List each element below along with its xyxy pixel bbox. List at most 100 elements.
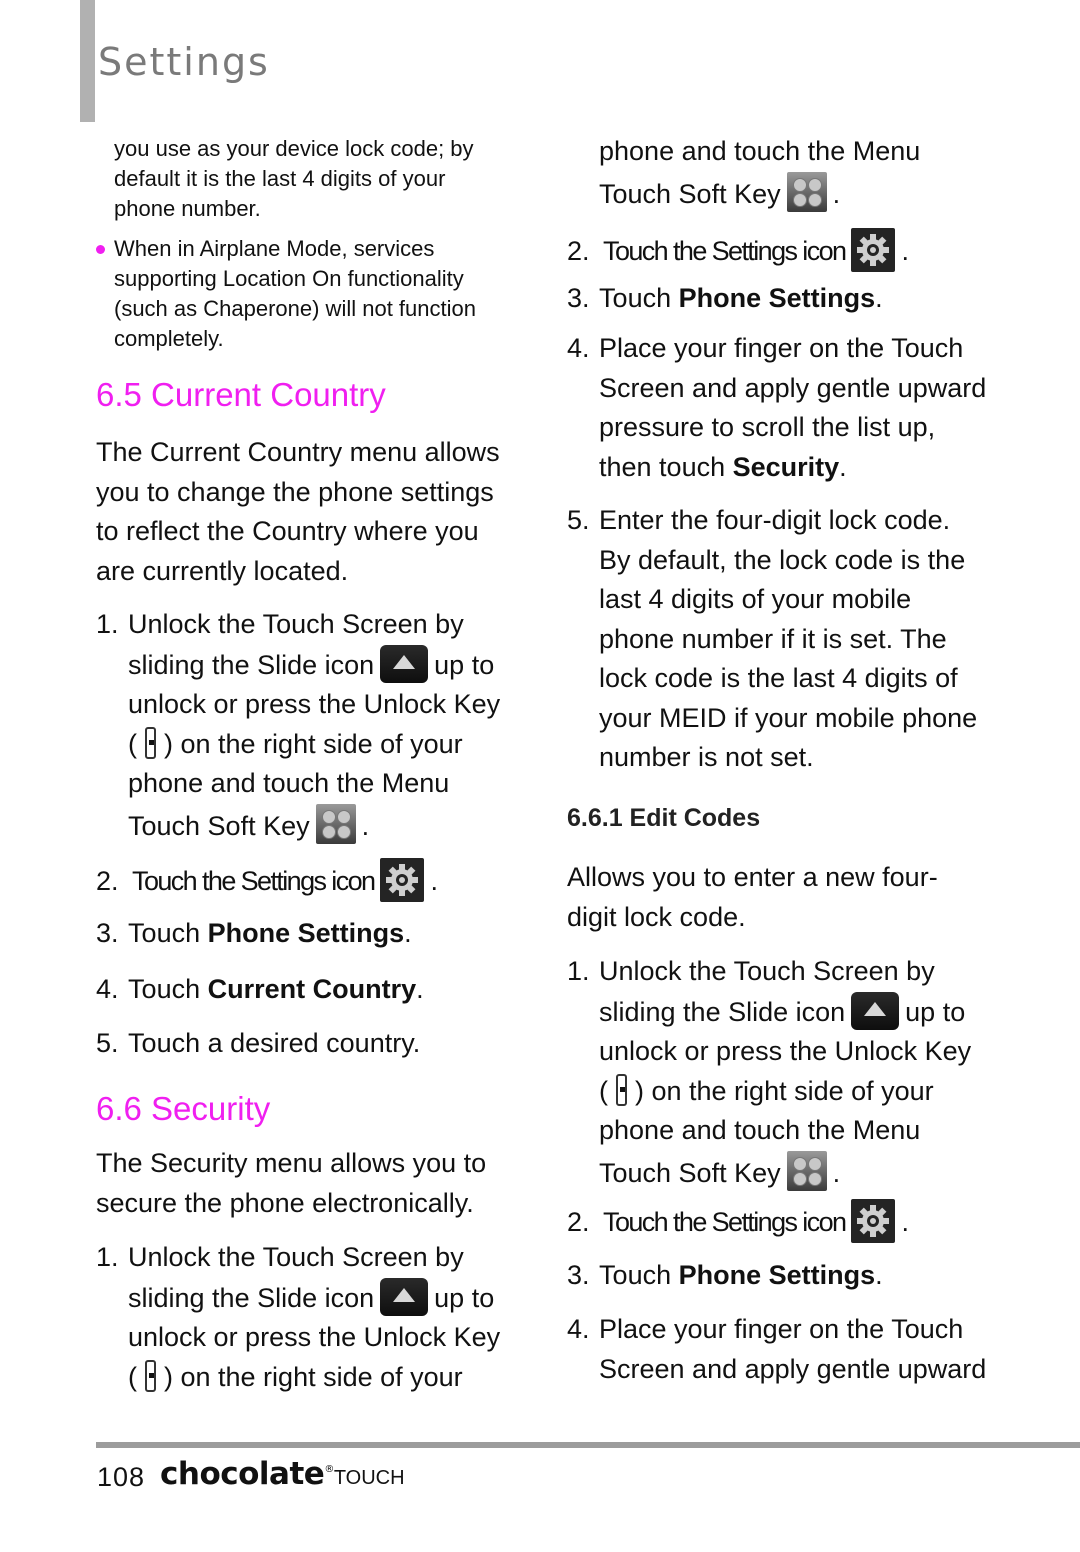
step-5: 5. Touch a desired country. <box>96 1024 420 1064</box>
text-line: pressure to scroll the list up, <box>599 412 936 442</box>
text-fragment: ( <box>599 1075 608 1106</box>
step-number: 4. <box>96 974 119 1004</box>
header-bar <box>80 0 95 122</box>
text-fragment: ) on the right side of your <box>164 1361 463 1392</box>
step-number: 3. <box>567 1260 590 1290</box>
text-line: () on the right side of your <box>128 1358 500 1398</box>
text-fragment: Touch <box>599 283 679 313</box>
text-fragment: . <box>416 974 424 1004</box>
text-fragment: up to <box>905 996 966 1027</box>
menu-icon <box>786 171 827 212</box>
step-number: 4. <box>567 1314 590 1344</box>
slide-icon <box>380 644 429 683</box>
text-line: Enter the four-digit lock code. <box>599 505 951 535</box>
text-line: Place your finger on the Touch <box>599 333 964 363</box>
text-fragment: Touch the Settings icon <box>603 1207 847 1237</box>
text-line: sliding the Slide icon up to <box>599 991 971 1033</box>
step-2: 2. Touch the Settings icon. <box>96 858 438 902</box>
security-step-4: 4. Place your finger on the Touch Screen… <box>567 329 986 487</box>
text-line: (such as Chaperone) will not function <box>114 296 476 321</box>
step-number: 1. <box>567 956 590 986</box>
edit-codes-description: Allows you to enter a new four- digit lo… <box>567 858 938 937</box>
step-number: 2. <box>96 866 119 896</box>
text-line: default it is the last 4 digits of your <box>114 166 446 191</box>
edit-codes-step-3: 3. Touch Phone Settings. <box>567 1256 883 1296</box>
text-line: unlock or press the Unlock Key <box>128 689 501 719</box>
edit-codes-step-2: 2. Touch the Settings icon. <box>567 1199 909 1243</box>
text-line: unlock or press the Unlock Key <box>599 1036 972 1066</box>
brand-name: chocolate <box>160 1456 325 1492</box>
edit-codes-step-4: 4. Place your finger on the Touch Screen… <box>567 1310 986 1389</box>
text-fragment: Touch Soft Key <box>128 810 310 841</box>
text-line: Unlock the Touch Screen by <box>128 609 464 639</box>
text-line: Touch Soft Key. <box>599 171 920 215</box>
text-fragment: . <box>901 236 909 266</box>
step-number: 5. <box>567 505 590 535</box>
brand-logo: chocolate®TOUCH <box>160 1456 405 1492</box>
bullet-icon <box>96 245 105 254</box>
text-fragment: Touch the Settings icon <box>603 236 847 266</box>
text-line: Screen and apply gentle upward <box>599 1353 987 1384</box>
text-fragment: . <box>430 866 438 896</box>
page-title: Settings <box>98 40 270 84</box>
text-fragment: Touch the Settings icon <box>132 866 376 896</box>
text-line: then touch Security. <box>599 448 986 488</box>
text-fragment: Touch a desired country. <box>128 1028 421 1058</box>
text-fragment: Touch <box>128 974 208 1004</box>
text-line: unlock or press the Unlock Key <box>128 1322 501 1352</box>
text-line: The Current Country menu allows <box>96 437 500 467</box>
section-heading-security: 6.6 Security <box>96 1090 271 1127</box>
security-step-1-continued: phone and touch the Menu Touch Soft Key. <box>599 132 920 214</box>
registered-mark: ® <box>324 1464 334 1475</box>
step-4: 4. Touch Current Country. <box>96 970 424 1010</box>
text-line: supporting Location On functionality <box>114 266 464 291</box>
text-line: Place your finger on the Touch <box>599 1314 964 1344</box>
current-country-description: The Current Country menu allows you to c… <box>96 433 500 591</box>
text-line: you to change the phone settings <box>96 476 494 507</box>
menu-icon <box>315 803 356 844</box>
text-line: Touch Soft Key. <box>128 803 500 847</box>
security-description: The Security menu allows you to secure t… <box>96 1144 486 1223</box>
slide-icon <box>380 1277 429 1316</box>
product-name: TOUCH <box>333 1467 405 1489</box>
text-line: sliding the Slide icon up to <box>128 644 500 686</box>
text-line: number is not set. <box>599 742 814 772</box>
text-fragment: . <box>832 1157 841 1188</box>
menu-item-current-country: Current Country <box>207 974 417 1004</box>
intro-text: you use as your device lock code; by def… <box>114 134 474 224</box>
unlock-key-icon <box>145 1359 156 1392</box>
settings-gear-icon <box>380 858 425 902</box>
edit-codes-step-1: 1. Unlock the Touch Screen by sliding th… <box>567 952 971 1193</box>
text-fragment: . <box>901 1207 909 1237</box>
text-fragment: ( <box>128 728 137 759</box>
step-number: 1. <box>96 609 119 639</box>
text-line: Screen and apply gentle upward <box>599 372 987 403</box>
text-fragment: up to <box>434 1282 495 1313</box>
security-step-1: 1. Unlock the Touch Screen by sliding th… <box>96 1238 500 1397</box>
subsection-heading-edit-codes: 6.6.1 Edit Codes <box>567 804 761 832</box>
text-line: last 4 digits of your mobile <box>599 584 912 614</box>
footer-rule <box>96 1442 1080 1448</box>
step-number: 4. <box>567 333 590 363</box>
text-fragment: . <box>875 283 883 313</box>
text-line: Touch Soft Key. <box>599 1150 971 1194</box>
step-number: 5. <box>96 1028 119 1058</box>
text-fragment: Touch Soft Key <box>599 178 781 209</box>
text-line: The Security menu allows you to <box>96 1148 487 1178</box>
text-line: phone and touch the Menu <box>599 1115 921 1145</box>
text-fragment: . <box>361 810 370 841</box>
text-line: lock code is the last 4 digits of <box>599 663 958 693</box>
text-fragment: sliding the Slide icon <box>128 649 375 680</box>
text-line: your MEID if your mobile phone <box>599 702 978 733</box>
menu-item-phone-settings: Phone Settings <box>207 918 405 948</box>
step-number: 2. <box>567 236 590 266</box>
text-fragment: . <box>404 918 412 948</box>
menu-item-security: Security <box>732 451 840 482</box>
security-step-3: 3. Touch Phone Settings. <box>567 279 883 319</box>
text-line: Allows you to enter a new four- <box>567 862 938 892</box>
settings-gear-icon <box>851 228 896 272</box>
text-fragment: . <box>875 1260 883 1290</box>
text-fragment: sliding the Slide icon <box>128 1282 375 1313</box>
text-fragment: ) on the right side of your <box>164 728 463 759</box>
text-fragment: . <box>832 178 841 209</box>
